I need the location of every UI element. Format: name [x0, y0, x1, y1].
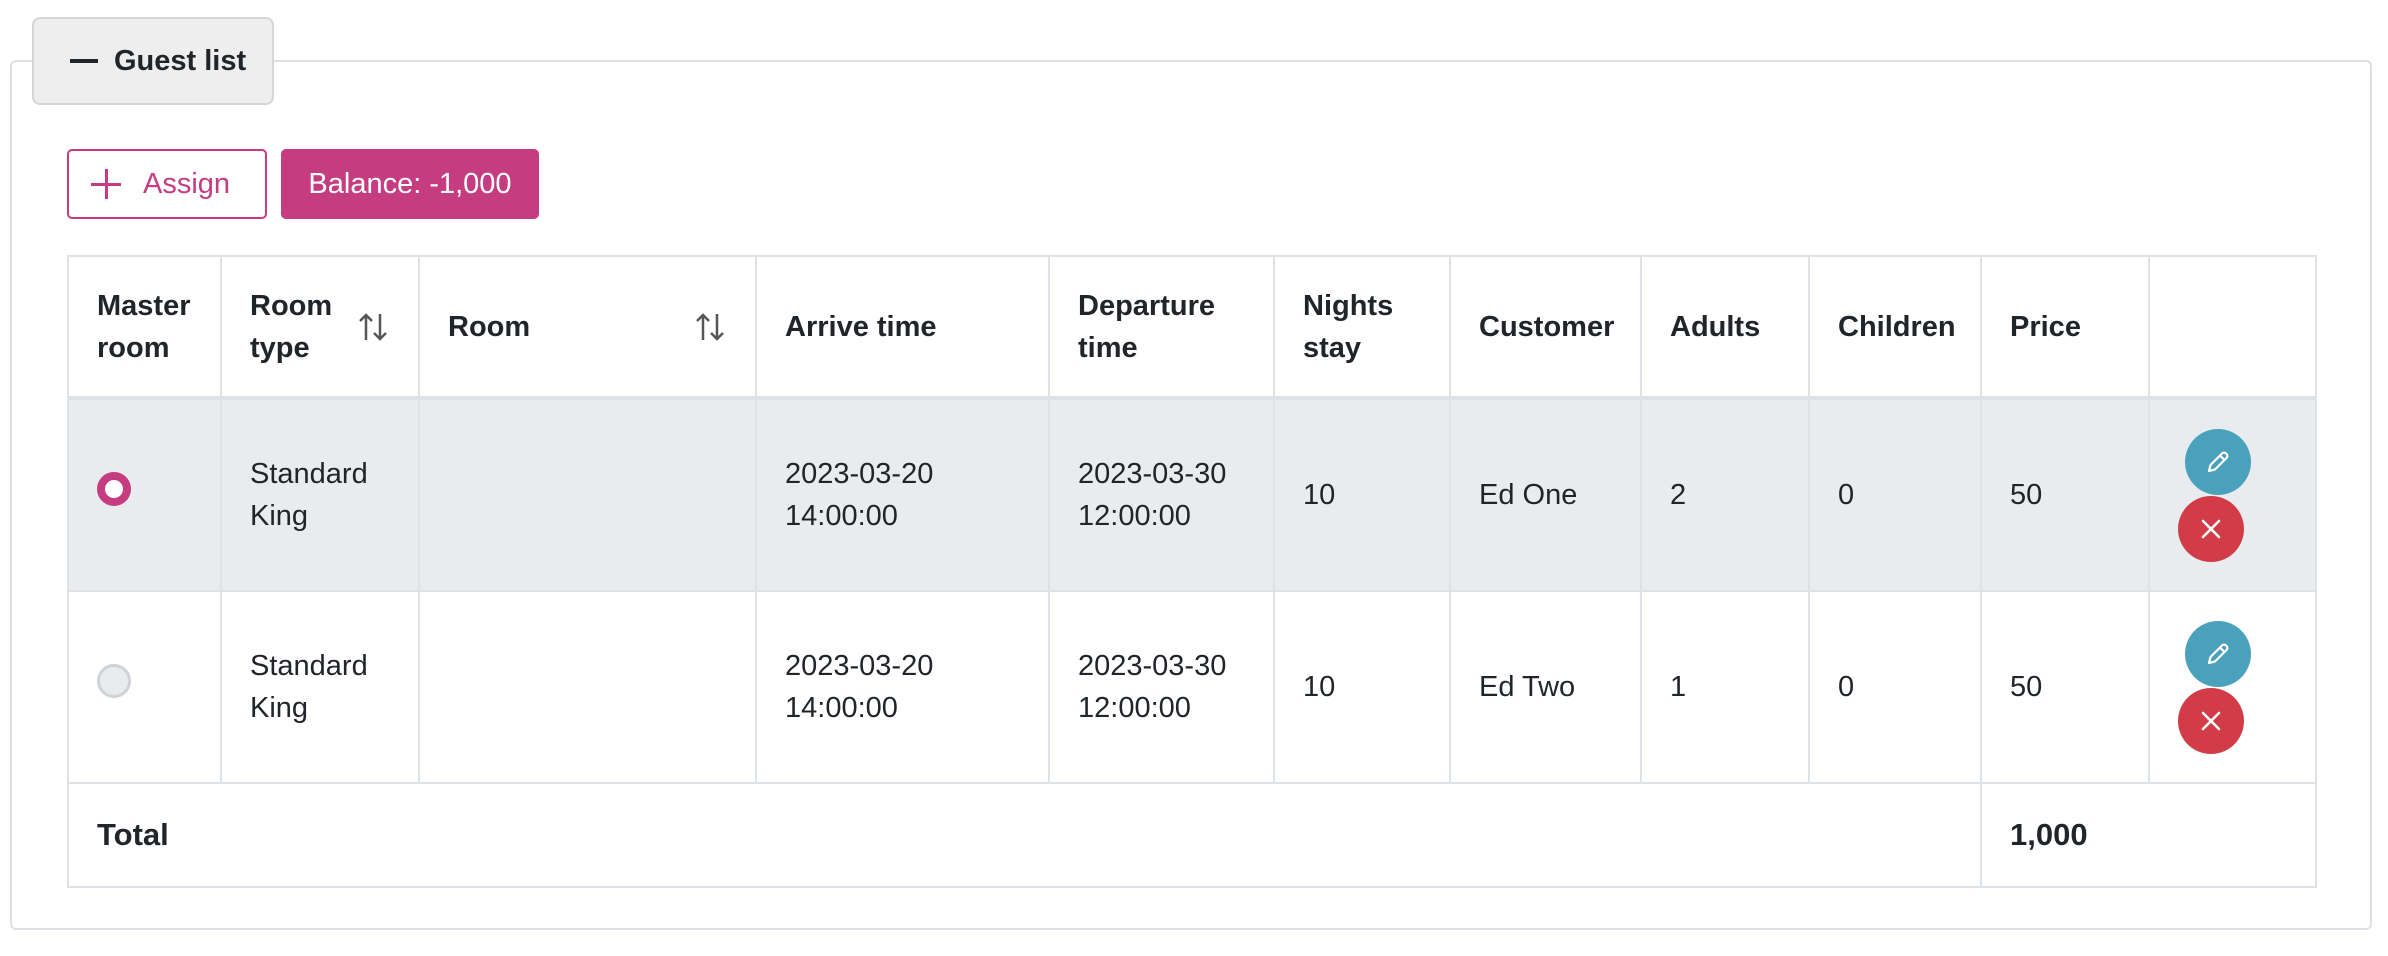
col-nights-stay: Nights stay [1273, 255, 1451, 399]
total-label: Total [67, 782, 1982, 888]
sort-arrows-icon[interactable] [356, 310, 390, 344]
actions-cell [2148, 590, 2317, 784]
room-cell [418, 397, 757, 592]
room-type-cell: Standard King [220, 590, 420, 784]
total-value: 1,000 [1980, 782, 2317, 888]
price-cell: 50 [1980, 397, 2150, 592]
assign-button[interactable]: Assign [67, 149, 267, 219]
arrive-time-cell: 2023-03-20 14:00:00 [755, 590, 1050, 784]
col-actions [2148, 255, 2317, 399]
customer-cell: Ed Two [1449, 590, 1642, 784]
adults-cell: 1 [1640, 590, 1810, 784]
guest-list-toggle[interactable]: Guest list [32, 17, 274, 105]
arrive-time-cell: 2023-03-20 14:00:00 [755, 397, 1050, 592]
guest-table: Master room Room type Room Arrive time D… [67, 255, 2317, 888]
sort-arrows-icon[interactable] [693, 310, 727, 344]
col-room-type[interactable]: Room type [220, 255, 420, 399]
col-children: Children [1808, 255, 1982, 399]
children-cell: 0 [1808, 397, 1982, 592]
col-master-room: Master room [67, 255, 222, 399]
adults-cell: 2 [1640, 397, 1810, 592]
col-price: Price [1980, 255, 2150, 399]
balance-label: Balance: -1,000 [308, 167, 512, 200]
total-row: Total 1,000 [67, 782, 2317, 888]
edit-button[interactable] [2185, 621, 2251, 687]
balance-button[interactable]: Balance: -1,000 [281, 149, 539, 219]
col-arrive-time: Arrive time [755, 255, 1050, 399]
plus-icon [91, 169, 121, 199]
nights-cell: 10 [1273, 397, 1451, 592]
pencil-icon [2207, 643, 2229, 665]
col-room[interactable]: Room [418, 255, 757, 399]
table-header-row: Master room Room type Room Arrive time D… [67, 255, 2317, 399]
edit-button[interactable] [2185, 429, 2251, 495]
master-room-cell [67, 397, 222, 592]
children-cell: 0 [1808, 590, 1982, 784]
close-icon [2201, 711, 2221, 731]
room-type-cell: Standard King [220, 397, 420, 592]
master-room-radio[interactable] [97, 664, 131, 698]
actions-cell [2148, 397, 2317, 592]
col-adults: Adults [1640, 255, 1810, 399]
room-cell [418, 590, 757, 784]
delete-button[interactable] [2178, 496, 2244, 562]
close-icon [2201, 519, 2221, 539]
minus-icon [70, 59, 98, 63]
nights-cell: 10 [1273, 590, 1451, 784]
departure-time-cell: 2023-03-30 12:00:00 [1048, 590, 1275, 784]
price-cell: 50 [1980, 590, 2150, 784]
departure-time-cell: 2023-03-30 12:00:00 [1048, 397, 1275, 592]
customer-cell: Ed One [1449, 397, 1642, 592]
pencil-icon [2207, 451, 2229, 473]
table-row[interactable]: Standard King 2023-03-20 14:00:00 2023-0… [67, 397, 2317, 592]
table-row[interactable]: Standard King 2023-03-20 14:00:00 2023-0… [67, 590, 2317, 784]
master-room-radio[interactable] [97, 472, 131, 506]
col-customer: Customer [1449, 255, 1642, 399]
panel-title: Guest list [114, 44, 247, 77]
assign-label: Assign [143, 167, 231, 200]
col-departure-time: Departure time [1048, 255, 1275, 399]
delete-button[interactable] [2178, 688, 2244, 754]
master-room-cell [67, 590, 222, 784]
